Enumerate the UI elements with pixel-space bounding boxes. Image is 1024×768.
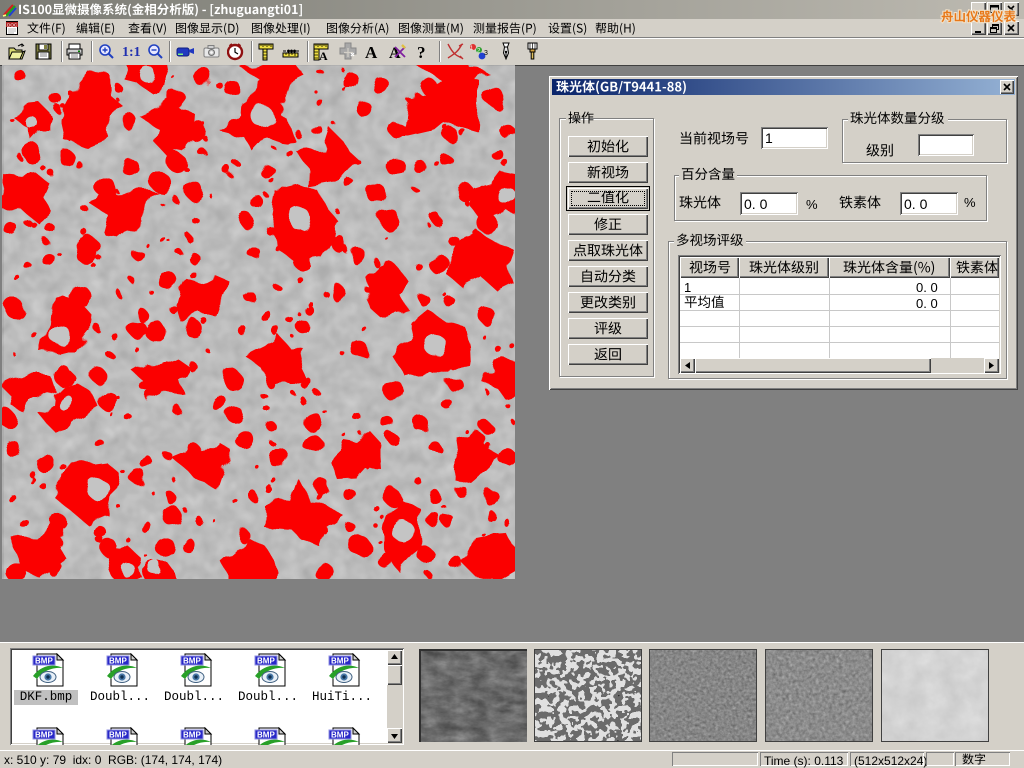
svg-text:A: A: [319, 49, 328, 61]
svg-text:BMP: BMP: [331, 731, 349, 740]
svg-text:BMP: BMP: [257, 657, 275, 666]
svg-text:BMP: BMP: [331, 657, 349, 666]
svg-text:1:1: 1:1: [122, 45, 140, 60]
svg-text:BMP: BMP: [183, 657, 201, 666]
svg-text:BMP: BMP: [183, 731, 201, 740]
svg-text:DOC: DOC: [7, 22, 18, 27]
svg-text:BMP: BMP: [257, 731, 275, 740]
svg-text:A: A: [365, 43, 378, 61]
svg-text:BMP: BMP: [35, 657, 53, 666]
svg-text:BMP: BMP: [35, 731, 53, 740]
svg-text:BMP: BMP: [109, 657, 127, 666]
svg-text:BMP: BMP: [109, 731, 127, 740]
svg-text:?: ?: [417, 43, 426, 61]
svg-text:3: 3: [484, 50, 488, 57]
